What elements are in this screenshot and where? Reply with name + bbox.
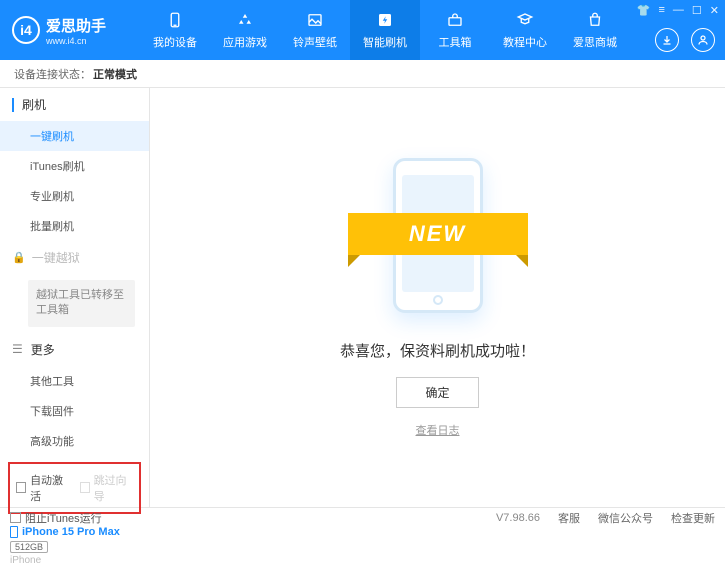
lock-icon: 🔒 (12, 251, 26, 264)
nav-tutorials[interactable]: 教程中心 (490, 0, 560, 60)
storage-badge: 512GB (10, 541, 48, 553)
new-ribbon: NEW (348, 213, 528, 255)
sidebar: 刷机 一键刷机 iTunes刷机 专业刷机 批量刷机 🔒一键越狱 越狱工具已转移… (0, 88, 150, 507)
sidebar-item-advanced[interactable]: 高级功能 (0, 426, 149, 456)
footer-link-update[interactable]: 检查更新 (671, 510, 715, 526)
checkbox-skip-setup[interactable]: 跳过向导 (80, 472, 134, 504)
phone-small-icon (10, 526, 18, 538)
logo-area: i4 爱思助手 www.i4.cn (0, 15, 140, 46)
toolbox-icon (445, 10, 465, 30)
top-nav: 我的设备 应用游戏 铃声壁纸 智能刷机 工具箱 教程中心 爱思商城 (140, 0, 630, 60)
device-info: iPhone 15 Pro Max 512GB iPhone (0, 520, 149, 570)
apps-icon (235, 10, 255, 30)
success-message: 恭喜您，保资料刷机成功啦！ (340, 340, 535, 361)
sidebar-item-oneclick-flash[interactable]: 一键刷机 (0, 121, 149, 151)
device-type: iPhone (10, 555, 139, 566)
menu-icon[interactable]: ≡ (658, 4, 664, 17)
checkbox-auto-activate[interactable]: 自动激活 (16, 472, 70, 504)
device-icon (165, 10, 185, 30)
checkbox-block-itunes[interactable]: 阻止iTunes运行 (10, 510, 102, 526)
main-content: NEW 恭喜您，保资料刷机成功啦！ 确定 查看日志 (150, 88, 725, 507)
sidebar-item-download-firmware[interactable]: 下载固件 (0, 396, 149, 426)
close-button[interactable]: ✕ (710, 4, 719, 17)
nav-apps[interactable]: 应用游戏 (210, 0, 280, 60)
sidebar-item-pro-flash[interactable]: 专业刷机 (0, 181, 149, 211)
sidebar-head-more[interactable]: ☰更多 (0, 333, 149, 366)
window-controls: 👕 ≡ — ☐ ✕ (637, 4, 719, 17)
app-header: i4 爱思助手 www.i4.cn 我的设备 应用游戏 铃声壁纸 智能刷机 工具… (0, 0, 725, 60)
success-illustration: NEW (338, 158, 538, 318)
skin-icon[interactable]: 👕 (637, 4, 651, 17)
sidebar-item-itunes-flash[interactable]: iTunes刷机 (0, 151, 149, 181)
nav-toolbox[interactable]: 工具箱 (420, 0, 490, 60)
app-url: www.i4.cn (46, 36, 106, 46)
status-bar: 设备连接状态： 正常模式 (0, 60, 725, 88)
status-value: 正常模式 (93, 66, 137, 82)
status-label: 设备连接状态： (14, 66, 91, 82)
wallpaper-icon (305, 10, 325, 30)
user-button[interactable] (691, 28, 715, 52)
device-name[interactable]: iPhone 15 Pro Max (10, 526, 139, 538)
logo-icon: i4 (12, 16, 40, 44)
download-button[interactable] (655, 28, 679, 52)
footer-link-support[interactable]: 客服 (558, 510, 580, 526)
flash-icon (375, 10, 395, 30)
maximize-button[interactable]: ☐ (692, 4, 702, 17)
nav-ringtones[interactable]: 铃声壁纸 (280, 0, 350, 60)
footer-link-wechat[interactable]: 微信公众号 (598, 510, 653, 526)
nav-flash[interactable]: 智能刷机 (350, 0, 420, 60)
version-label: V7.98.66 (496, 512, 540, 524)
view-log-link[interactable]: 查看日志 (416, 422, 460, 438)
store-icon (585, 10, 605, 30)
tutorial-icon (515, 10, 535, 30)
sidebar-item-other-tools[interactable]: 其他工具 (0, 366, 149, 396)
highlighted-checkbox-area: 自动激活 跳过向导 (8, 462, 141, 514)
sidebar-head-flash[interactable]: 刷机 (0, 88, 149, 121)
sidebar-head-jailbreak: 🔒一键越狱 (0, 241, 149, 274)
ok-button[interactable]: 确定 (396, 377, 478, 408)
hamburger-icon: ☰ (12, 342, 23, 356)
sidebar-item-batch-flash[interactable]: 批量刷机 (0, 211, 149, 241)
jailbreak-note: 越狱工具已转移至工具箱 (28, 280, 135, 327)
app-title: 爱思助手 (46, 15, 106, 36)
minimize-button[interactable]: — (673, 4, 684, 17)
nav-store[interactable]: 爱思商城 (560, 0, 630, 60)
nav-my-device[interactable]: 我的设备 (140, 0, 210, 60)
